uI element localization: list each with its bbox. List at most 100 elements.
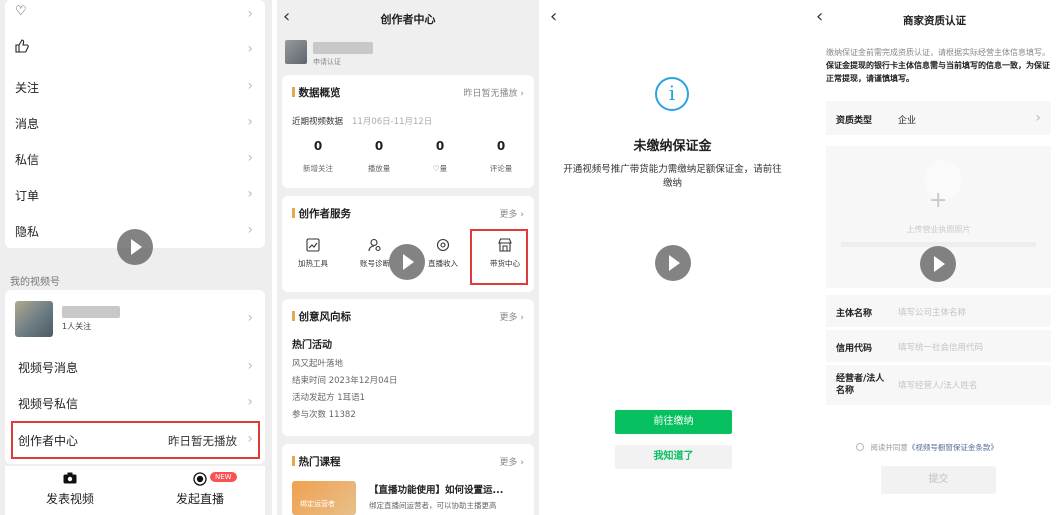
field-label: 经营者/法人名称 [836, 374, 885, 396]
screen-deposit-notice: ‹ i 未缴纳保证金 开通视频号推广带货能力需缴纳足额保证金，请前往缴纳 前往缴… [540, 0, 805, 515]
course-title[interactable]: 【直播功能使用】如何设置运... [369, 482, 503, 496]
stat-label: 播放量 [367, 164, 391, 173]
menu-item-label: 关注 [15, 81, 40, 95]
blurred-creator-name [313, 42, 373, 54]
field-value: 企业 [898, 116, 917, 126]
channel-item-messages[interactable]: 视频号消息 › [5, 348, 265, 384]
apply-certification-link[interactable]: 申请认证 [313, 57, 341, 67]
more-label: 更多 [499, 313, 518, 323]
menu-item-label: 私信 [15, 153, 40, 167]
thumbnail-text: 绑定运营者 [300, 500, 335, 508]
courses-more-link[interactable]: 更多 › [500, 455, 524, 468]
post-video-label: 发表视频 [45, 492, 94, 506]
start-live-label: 发起直播 [175, 492, 224, 506]
start-live-button[interactable]: 发起直播 [145, 472, 255, 507]
heart-icon: ♡ [15, 4, 27, 19]
camera-icon [15, 472, 125, 490]
menu-item-messages[interactable]: 消息 › [5, 104, 265, 140]
service-live-income[interactable]: 直播收入 [418, 238, 468, 269]
creator-avatar [285, 40, 307, 64]
menu-item-favorites[interactable]: ♡ › [5, 0, 265, 32]
channel-item-dm[interactable]: 视频号私信 › [5, 384, 265, 420]
menu-item-label: 隐私 [15, 225, 40, 239]
stat-label: 新增关注 [303, 164, 333, 173]
agreement-link[interactable]: 《视频号橱窗保证金条款》 [908, 443, 998, 452]
go-pay-button[interactable]: 前往缴纳 [615, 410, 732, 434]
agreement-row: 阅读并同意《视频号橱窗保证金条款》 [856, 442, 998, 453]
post-video-button[interactable]: 发表视频 [15, 472, 125, 507]
chevron-right-icon: › [247, 222, 253, 238]
menu-item-likes[interactable]: › [5, 31, 265, 67]
play-icon[interactable] [920, 246, 956, 282]
notice-message: 开通视频号推广带货能力需缴纳足额保证金，请前往缴纳 [563, 164, 782, 189]
info-icon: i [655, 77, 689, 111]
activity-participants: 参与次数 11382 [292, 410, 356, 420]
legal-person-field[interactable]: 经营者/法人名称 填写经营人/法人姓名 [826, 365, 1051, 405]
trends-card: 创意风向标 更多 › 热门活动 风又起叶落地 结束时间 2023年12月04日 … [282, 299, 534, 436]
chevron-right-icon: › [247, 150, 253, 166]
entity-name-field[interactable]: 主体名称 填写公司主体名称 [826, 295, 1051, 327]
data-overview-card: 数据概览 昨日暂无播放 › 近期视频数据 11月06日-11月12日 0 0 0… [282, 75, 534, 188]
avatar [15, 301, 53, 337]
activity-end-time: 结束时间 2023年12月04日 [292, 376, 398, 386]
chevron-right-icon: › [247, 114, 253, 130]
menu-item-dm[interactable]: 私信 › [5, 140, 265, 176]
upload-label: 上传营业执照照片 [906, 225, 971, 234]
field-placeholder: 填写经营人/法人姓名 [898, 381, 978, 391]
thumbs-up-icon [15, 39, 29, 56]
chevron-right-icon: › [247, 310, 253, 326]
trends-more-link[interactable]: 更多 › [500, 310, 524, 323]
screen-creator-center: ‹ 创作者中心 申请认证 数据概览 昨日暂无播放 › 近期视频数据 11月06日… [277, 0, 539, 515]
more-label: 更多 [499, 210, 518, 220]
play-icon[interactable] [655, 245, 691, 281]
chart-icon [288, 238, 338, 258]
more-label: 更多 [499, 458, 518, 468]
service-heat-tool[interactable]: 加热工具 [288, 238, 338, 269]
field-placeholder: 填写公司主体名称 [898, 308, 967, 318]
menu-item-follow[interactable]: 关注 › [5, 68, 265, 104]
play-icon[interactable] [389, 244, 425, 280]
service-label: 账号诊断 [360, 259, 390, 268]
agreement-checkbox[interactable] [856, 443, 864, 451]
chevron-right-icon: › [247, 78, 253, 94]
page-title: 创作者中心 [380, 13, 436, 26]
activity-organizer: 活动发起方 1耳语1 [292, 393, 366, 403]
service-label: 直播收入 [428, 259, 458, 268]
new-badge: NEW [210, 472, 237, 482]
menu-item-label: 订单 [15, 189, 40, 203]
chevron-right-icon: › [247, 394, 253, 410]
qualification-type-select[interactable]: 资质类型 企业 › [826, 101, 1051, 135]
channel-item-label: 视频号消息 [18, 361, 79, 375]
notice-plain-text: 缴纳保证金前需完成资质认证，请根据实际经营主体信息填写。 [826, 48, 1050, 57]
stat-comments: 0 [496, 139, 506, 153]
card-title: 数据概览 [292, 85, 341, 100]
page-title: 商家资质认证 [903, 15, 966, 27]
field-placeholder: 填写统一社会信用代码 [898, 343, 984, 353]
live-icon [145, 472, 255, 490]
menu-item-label: 消息 [15, 117, 40, 131]
back-icon[interactable]: ‹ [550, 6, 557, 27]
credit-code-field[interactable]: 信用代码 填写统一社会信用代码 [826, 330, 1051, 362]
overview-more-link[interactable]: 昨日暂无播放 › [464, 86, 524, 99]
channel-item-label: 视频号私信 [18, 397, 79, 411]
certification-notice: 缴纳保证金前需完成资质认证，请根据实际经营主体信息填写。保证金提现的银行卡主体信… [826, 46, 1054, 85]
menu-card: ♡ › › 关注 › 消息 › 私信 › 订单 › 隐私 › [5, 0, 265, 248]
got-it-button[interactable]: 我知道了 [615, 445, 732, 469]
field-label: 资质类型 [836, 116, 873, 126]
course-desc: 绑定直播间运营者，可以协助主播更高 [369, 501, 497, 510]
services-more-link[interactable]: 更多 › [500, 207, 524, 220]
activity-name: 风又起叶落地 [292, 359, 344, 369]
service-label: 加热工具 [298, 259, 328, 268]
play-icon[interactable] [117, 229, 153, 265]
course-thumbnail[interactable]: 绑定运营者 [292, 481, 356, 515]
stat-likes: 0 [435, 139, 445, 153]
chevron-right-icon: › [1035, 110, 1041, 126]
card-title: 热门课程 [292, 454, 341, 469]
screen-me-page: ♡ › › 关注 › 消息 › 私信 › 订单 › 隐私 › 我的视频号 1人关… [0, 0, 272, 515]
plus-icon: + [929, 188, 948, 213]
channel-profile[interactable]: 1人关注 › [5, 290, 265, 348]
submit-button[interactable]: 提交 [881, 466, 996, 494]
menu-item-orders[interactable]: 订单 › [5, 176, 265, 212]
chevron-right-icon: › [247, 358, 253, 374]
screen-merchant-certification: ‹ 商家资质认证 缴纳保证金前需完成资质认证，请根据实际经营主体信息填写。保证金… [806, 0, 1063, 515]
